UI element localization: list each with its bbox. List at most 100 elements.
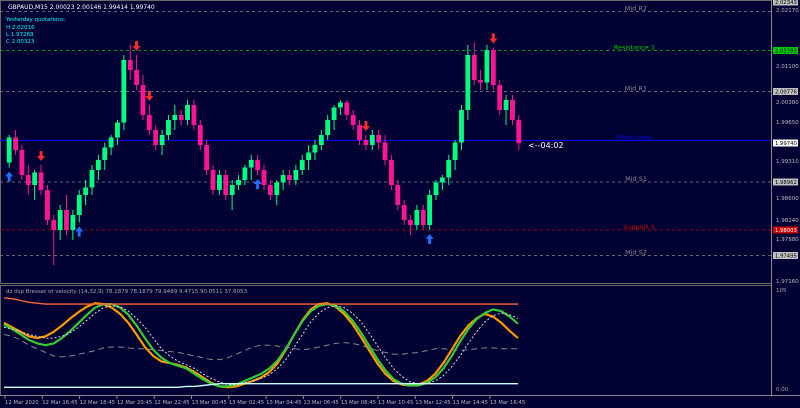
candle-body (325, 120, 331, 135)
candle-body (503, 100, 509, 110)
candle-body (146, 115, 152, 130)
candle-body (248, 160, 254, 168)
candle-body (338, 102, 343, 108)
candle-body (83, 187, 89, 195)
level-label-6: Support 1 (623, 223, 655, 231)
candle-body (439, 177, 445, 183)
time-tick-label: 13 Mar 16:45 (490, 400, 525, 406)
time-tick-label: 13 Mar 02:45 (229, 400, 264, 406)
candle-body (369, 135, 375, 145)
price-tick-label: 2.01100 (776, 64, 799, 70)
price-tag-text: 1.98962 (775, 180, 797, 186)
candle-body (465, 55, 471, 110)
indicator-title: dz dsp Bresser of velocity (14,32,9) 78.… (6, 289, 248, 295)
time-tick-label: 13 Mar 00:45 (192, 400, 227, 406)
candle-body (287, 175, 292, 180)
candle-body (38, 172, 44, 190)
candle-body (274, 182, 280, 195)
price-tick-label: 1.97880 (776, 237, 799, 243)
time-tick-label: 13 Mar 06:45 (303, 400, 338, 406)
candle-body (140, 85, 146, 115)
time-tick-label: 12 Mar 2020 (5, 400, 39, 406)
time-axis: 12 Mar 2020 12 Mar 16:45 12 Mar 18:45 12 Ma… (4, 396, 525, 406)
quotes-title: Yesterday quotations: (5, 17, 66, 23)
candle-body (388, 160, 394, 185)
candle-body (382, 142, 388, 160)
price-tag-text: 2.01593 (775, 49, 797, 55)
candle-body (216, 175, 222, 190)
candle-body (70, 215, 76, 230)
candle-body (159, 135, 165, 145)
price-tag-text: 2.00776 (775, 90, 798, 96)
main-chart-panel[interactable] (0, 0, 772, 284)
level-label-2: Resistance 1 (614, 44, 655, 52)
candle-body (242, 167, 248, 180)
candle-body (452, 142, 458, 160)
price-tick-label: 1.98240 (776, 218, 799, 224)
candle-body (121, 60, 127, 123)
candle-body (191, 105, 197, 125)
candle-body (223, 175, 229, 195)
candle-body (178, 115, 184, 120)
level-label-5: Mid S1 (625, 175, 647, 183)
time-tick-label: 12 Mar 18:45 (80, 400, 115, 406)
symbol-title: GBPAUD,M15 2.00023 2.00146 1.99414 1.997… (8, 4, 155, 11)
indicator-panel[interactable] (0, 285, 772, 396)
candle-body (363, 140, 369, 145)
candle-body (236, 180, 241, 185)
candle-body (108, 137, 114, 148)
countdown-label: <--04:02 (528, 141, 564, 150)
candle-body (166, 120, 171, 135)
candle-body (267, 185, 273, 195)
candle-body (153, 130, 159, 145)
candle-body (408, 220, 413, 225)
candle-body (261, 170, 267, 185)
candle-body (299, 160, 305, 170)
candle-body (44, 190, 50, 220)
time-tick-label: 12 Mar 16:45 (42, 400, 77, 406)
candle-body (312, 145, 318, 153)
price-axis: 2.02170 2.01100 2.00380 1.99650 1.99310 1.986… (773, 0, 799, 285)
price-tag-text: 1.97495 (775, 254, 797, 260)
price-tag-text: 2.02343 (775, 0, 797, 6)
candle-body (25, 175, 31, 185)
time-tick-label: 12 Mar 20:45 (117, 400, 152, 406)
candle-body (134, 70, 140, 85)
candle-body (57, 210, 63, 230)
candle-body (89, 170, 95, 188)
indicator-axis-bottom: 0.00 (776, 387, 789, 393)
candle-body (395, 185, 401, 205)
candle-body (318, 135, 324, 145)
time-tick-label: 12 Mar 22:45 (154, 400, 189, 406)
candle-body (420, 210, 426, 225)
time-tick-label: 13 Mar 12:45 (415, 400, 450, 406)
candle-body (19, 150, 25, 175)
candle-body (172, 115, 178, 120)
candle-body (331, 107, 337, 120)
quote-close: C 2.00323 (6, 39, 35, 45)
level-label-4: Pivot Level (617, 134, 652, 142)
candle-body (490, 50, 496, 85)
candle-body (6, 137, 12, 163)
price-tick-label: 1.98600 (776, 196, 799, 202)
quote-low: L 1.97268 (6, 32, 34, 38)
candle-body (293, 170, 299, 180)
candle-body (376, 135, 382, 143)
candle-body (414, 210, 420, 225)
candle-body (350, 115, 356, 125)
candle-body (185, 105, 190, 120)
level-label-1: Mid R2 (625, 5, 647, 13)
candle-body (229, 185, 235, 195)
candle-body (204, 145, 210, 170)
candle-body (510, 100, 515, 120)
candle-body (478, 80, 484, 83)
candle-body (484, 50, 490, 83)
trading-chart[interactable]: Mid R2 Resistance 1 Mid R1 Pivot Level Mid S… (0, 0, 800, 408)
time-tick-label: 13 Mar 04:45 (266, 400, 301, 406)
time-tick-label: 13 Mar 08:45 (341, 400, 376, 406)
candle-body (115, 122, 120, 138)
price-tick-label: 1.99650 (776, 120, 799, 126)
candle-body (102, 147, 108, 160)
price-tick-label: 1.99310 (776, 159, 799, 165)
candle-body (497, 85, 503, 110)
